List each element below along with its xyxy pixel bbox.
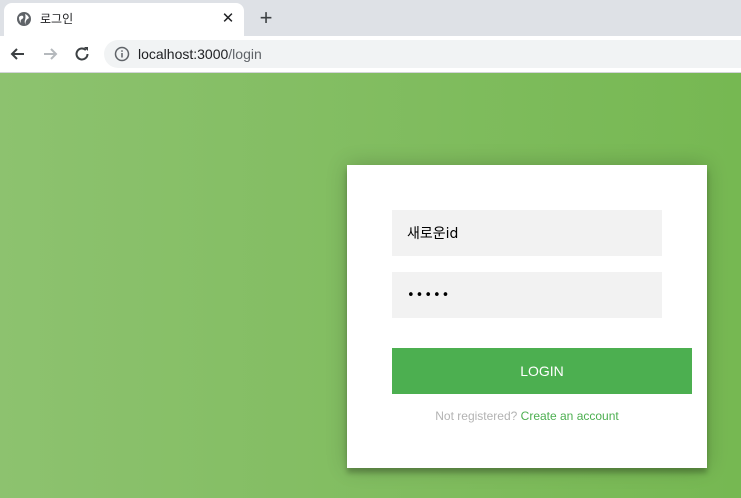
forward-arrow-icon[interactable] (40, 44, 60, 64)
url-text: localhost:3000/login (138, 46, 262, 62)
login-form-card: LOGIN Not registered? Create an account (347, 165, 707, 468)
reload-icon[interactable] (72, 44, 92, 64)
url-path: /login (228, 46, 262, 62)
password-input[interactable] (392, 272, 662, 318)
register-message: Not registered? Create an account (347, 409, 707, 423)
url-host: localhost:3000 (138, 46, 229, 62)
create-account-link[interactable]: Create an account (521, 409, 619, 423)
login-page-background: LOGIN Not registered? Create an account (0, 73, 741, 498)
username-input[interactable] (392, 210, 662, 256)
browser-tab[interactable]: 로그인 ✕ (4, 3, 244, 36)
new-tab-button[interactable]: + (255, 7, 277, 30)
close-tab-icon[interactable]: ✕ (220, 11, 236, 27)
login-button[interactable]: LOGIN (392, 348, 692, 394)
tab-title: 로그인 (40, 12, 74, 26)
address-bar[interactable]: localhost:3000/login (104, 40, 741, 68)
browser-tab-bar: 로그인 ✕ + (0, 0, 741, 36)
not-registered-text: Not registered? (435, 409, 518, 423)
back-arrow-icon[interactable] (8, 44, 28, 64)
browser-toolbar: localhost:3000/login (0, 36, 741, 73)
globe-icon (17, 12, 31, 26)
info-icon[interactable] (114, 46, 130, 62)
